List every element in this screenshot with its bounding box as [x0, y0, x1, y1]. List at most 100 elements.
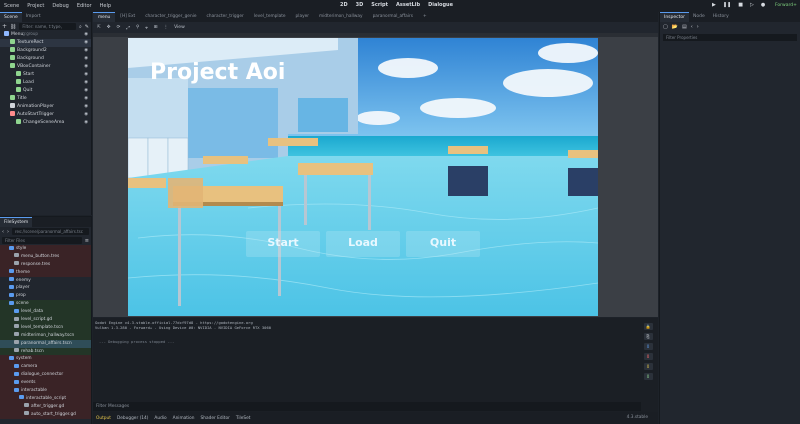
stop-icon[interactable]: ■	[738, 2, 743, 8]
canvas-tool-icon[interactable]: ⌖	[145, 25, 148, 31]
filesystem-folder[interactable]: enemy	[0, 277, 91, 285]
filesystem-folder[interactable]: prop	[0, 292, 91, 300]
filesystem-file[interactable]: midterimon_hallway.tscn	[0, 331, 91, 340]
filesystem-folder[interactable]: interactable_script	[0, 394, 91, 403]
back-icon[interactable]: ‹	[2, 229, 4, 235]
game-quit-button[interactable]: Quit	[406, 236, 480, 249]
filesystem-path-field[interactable]: res://scene/paranormal_affairs.tsc	[12, 228, 89, 235]
filesystem-folder[interactable]: events	[0, 379, 91, 388]
forward-icon[interactable]: ›	[697, 24, 699, 30]
visibility-icon[interactable]: ◉	[84, 71, 88, 79]
scene-tree-node[interactable]: Background2 ◉	[0, 47, 91, 55]
search-icon[interactable]: ⌕	[79, 24, 82, 30]
filesystem-file[interactable]: response.tres	[0, 260, 91, 269]
canvas-tool-icon[interactable]: ⚲	[136, 25, 139, 30]
visibility-icon[interactable]: ◉	[84, 111, 88, 119]
workspace-script[interactable]: Script	[371, 2, 388, 8]
warning-filter-icon[interactable]: 0	[643, 363, 653, 370]
editor-tab[interactable]: paranormal_affairs	[368, 12, 418, 22]
script-icon[interactable]: ✎	[85, 24, 89, 30]
back-icon[interactable]: ‹	[691, 24, 693, 30]
filesystem-folder[interactable]: player	[0, 284, 91, 292]
error-filter-icon[interactable]: 0	[643, 353, 653, 360]
workspace-assetlib[interactable]: AssetLib	[396, 2, 420, 8]
open-icon[interactable]: 📂	[672, 24, 678, 30]
tab-scene[interactable]: Scene	[0, 12, 22, 22]
filesystem-folder[interactable]: interactable	[0, 387, 91, 395]
link-icon[interactable]: ⛓	[10, 24, 16, 30]
tab-output[interactable]: Output	[96, 416, 111, 421]
scene-tree-node[interactable]: Quit ◉	[0, 87, 91, 95]
menu-scene[interactable]: Scene	[0, 3, 23, 9]
scene-tree-node[interactable]: AnimationPlayer ◉	[0, 103, 91, 111]
filesystem-folder[interactable]: level_data	[0, 308, 91, 317]
save-icon[interactable]: ▤	[682, 24, 687, 30]
canvas-tool-icon[interactable]: ⊞	[154, 25, 158, 30]
canvas-tool-icon[interactable]: ⋮	[164, 25, 169, 30]
new-resource-icon[interactable]: ▢	[663, 24, 668, 30]
workspace-dialogue[interactable]: Dialogue	[428, 2, 453, 8]
pause-icon[interactable]: ❚❚	[723, 2, 731, 8]
canvas-tool-icon[interactable]: ⟳	[117, 25, 121, 30]
filesystem-folder[interactable]: dialogue_connector	[0, 371, 91, 380]
sort-icon[interactable]: ≡	[85, 238, 89, 244]
menu-help[interactable]: Help	[96, 3, 115, 9]
tab-shader-editor[interactable]: Shader Editor	[201, 416, 230, 421]
lock-icon[interactable]: 🔒	[643, 323, 653, 330]
scene-tree-node[interactable]: TextureRect ◉	[0, 39, 91, 47]
scene-tree-node[interactable]: VBoxContainer ◉	[0, 63, 91, 71]
add-node-icon[interactable]: +	[2, 23, 7, 30]
scene-tree-node[interactable]: ChangeSceneArea ◉	[0, 119, 91, 127]
filesystem-file[interactable]: level_template.tscn	[0, 323, 91, 332]
visibility-icon[interactable]: ◉	[84, 47, 88, 55]
filter-messages-input[interactable]: Filter Messages	[93, 402, 641, 411]
info-filter-icon[interactable]: 0	[643, 343, 653, 350]
view-menu[interactable]: View	[174, 25, 185, 30]
visibility-icon[interactable]: ◉	[84, 63, 88, 71]
scene-tree-node[interactable]: Load ◉	[0, 79, 91, 87]
scene-tree-node[interactable]: Title ◉	[0, 95, 91, 103]
tab-import[interactable]: Import	[22, 12, 45, 22]
scene-tree-node[interactable]: AutoStartTrigger ◉	[0, 111, 91, 119]
tab-node[interactable]: Node	[689, 12, 709, 22]
scene-tree-node[interactable]: Background ◉	[0, 55, 91, 63]
tab-debugger[interactable]: Debugger (14)	[117, 416, 148, 421]
filesystem-folder[interactable]: style	[0, 245, 91, 253]
filesystem-file[interactable]: level_script.gd	[0, 316, 91, 324]
visibility-icon[interactable]: ◉	[84, 39, 88, 47]
filesystem-file[interactable]: rehab.tscn	[0, 347, 91, 356]
filesystem-file[interactable]: menu_button.tres	[0, 252, 91, 261]
filesystem-file[interactable]: paranormal_affairs.tscn	[0, 339, 91, 348]
tab-animation[interactable]: Animation	[173, 416, 195, 421]
filesystem-folder[interactable]: scene	[0, 300, 91, 309]
movie-icon[interactable]: ●	[761, 2, 765, 8]
tab-inspector[interactable]: Inspector	[660, 12, 689, 22]
filesystem-folder[interactable]: theme	[0, 268, 91, 277]
game-load-button[interactable]: Load	[326, 236, 400, 249]
filesystem-file[interactable]: auto_start_trigger.gd	[0, 410, 91, 419]
add-tab-icon[interactable]: +	[418, 12, 432, 22]
visibility-icon[interactable]: ◉	[84, 103, 88, 111]
canvas-tool-icon[interactable]: ✥	[107, 25, 111, 30]
tab-tileset[interactable]: TileSet	[236, 416, 251, 421]
editor-tab[interactable]: player	[291, 12, 315, 22]
canvas-tool-icon[interactable]: ⤢	[126, 25, 130, 31]
menu-debug[interactable]: Debug	[48, 3, 72, 9]
tab-filesystem[interactable]: FileSystem	[0, 217, 33, 227]
game-preview[interactable]: Project Aoi Start Load Quit	[128, 38, 598, 316]
visibility-icon[interactable]: ◉	[84, 55, 88, 63]
editor-tab[interactable]: menu	[93, 12, 116, 22]
filesystem-file[interactable]: after_trigger.gd	[0, 402, 91, 411]
editor-tab[interactable]: character_trigger	[202, 12, 249, 22]
menu-editor[interactable]: Editor	[73, 3, 96, 9]
scene-tree-node[interactable]: Start ◉	[0, 71, 91, 79]
filesystem-folder[interactable]: system	[0, 355, 91, 364]
tab-audio[interactable]: Audio	[154, 416, 166, 421]
filesystem-folder[interactable]: camera	[0, 363, 91, 372]
game-start-button[interactable]: Start	[246, 236, 320, 249]
scene-filter-input[interactable]: Filter: name, t:type, g:group	[19, 23, 76, 36]
visibility-icon[interactable]: ◉	[84, 119, 88, 127]
tab-history[interactable]: History	[709, 12, 733, 22]
scene-tree-node[interactable]: Menu ◉	[0, 31, 91, 39]
renderer-label[interactable]: Forward+	[775, 3, 797, 8]
